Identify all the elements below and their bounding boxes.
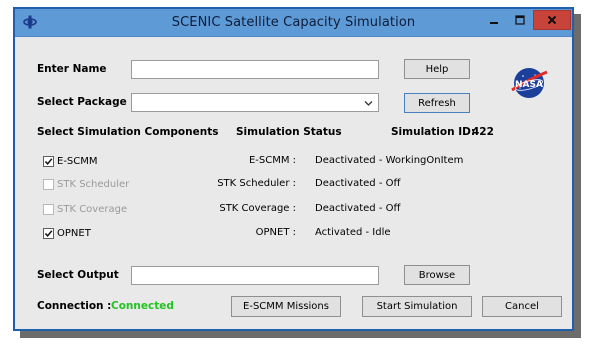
minimize-button[interactable] bbox=[481, 10, 507, 30]
simulation-id-label: Simulation ID: bbox=[391, 126, 476, 138]
name-input[interactable] bbox=[131, 60, 379, 79]
enter-name-label: Enter Name bbox=[37, 63, 107, 75]
maximize-button[interactable] bbox=[507, 10, 533, 30]
refresh-button[interactable]: Refresh bbox=[404, 93, 470, 113]
escmm-status-name: E-SCMM : bbox=[248, 155, 296, 166]
connection-label: Connection : bbox=[37, 300, 112, 312]
checkmark-icon bbox=[44, 229, 53, 237]
browse-button[interactable]: Browse bbox=[404, 265, 470, 285]
main-window: SCENIC Satellite Capacity Simulation Ent… bbox=[13, 7, 574, 331]
components-header: Select Simulation Components bbox=[37, 126, 219, 138]
select-package-label: Select Package bbox=[37, 96, 127, 108]
close-button[interactable] bbox=[533, 10, 571, 30]
opnet-checkbox[interactable] bbox=[43, 227, 54, 239]
title-bar[interactable]: SCENIC Satellite Capacity Simulation bbox=[15, 9, 572, 37]
minimize-icon bbox=[490, 22, 498, 24]
select-output-label: Select Output bbox=[37, 269, 119, 281]
close-icon bbox=[547, 15, 557, 25]
svg-text:NASA: NASA bbox=[515, 80, 543, 90]
stk-scheduler-label: STK Scheduler bbox=[57, 178, 130, 190]
stk-coverage-checkbox bbox=[43, 203, 54, 215]
stk-coverage-label: STK Coverage bbox=[57, 203, 128, 215]
component-row-escmm[interactable]: E-SCMM bbox=[43, 154, 98, 168]
checkmark-icon bbox=[44, 157, 53, 165]
stk-scheduler-checkbox bbox=[43, 178, 54, 190]
cancel-button[interactable]: Cancel bbox=[482, 296, 562, 317]
simulation-id-value: 422 bbox=[472, 126, 494, 138]
help-button[interactable]: Help bbox=[404, 59, 470, 79]
component-row-stk-scheduler: STK Scheduler bbox=[43, 177, 129, 191]
opnet-status-value: Activated - Idle bbox=[315, 227, 391, 238]
escmm-checkbox[interactable] bbox=[43, 155, 54, 167]
output-input[interactable] bbox=[131, 266, 379, 285]
connection-status: Connected bbox=[111, 300, 174, 312]
status-header: Simulation Status bbox=[236, 126, 342, 138]
opnet-status-name: OPNET : bbox=[255, 227, 296, 238]
component-row-stk-coverage: STK Coverage bbox=[43, 202, 127, 216]
nasa-logo: NASA bbox=[511, 68, 548, 98]
stk-scheduler-status-name: STK Scheduler : bbox=[217, 178, 296, 189]
stk-coverage-status-name: STK Coverage : bbox=[219, 203, 296, 214]
component-row-opnet[interactable]: OPNET bbox=[43, 226, 91, 240]
package-select[interactable] bbox=[131, 93, 379, 112]
start-simulation-button[interactable]: Start Simulation bbox=[362, 296, 472, 317]
opnet-label: OPNET bbox=[57, 227, 91, 239]
escmm-missions-button[interactable]: E-SCMM Missions bbox=[231, 296, 341, 317]
escmm-label: E-SCMM bbox=[57, 155, 98, 167]
stk-scheduler-status-value: Deactivated - Off bbox=[315, 178, 401, 189]
escmm-status-value: Deactivated - WorkingOnItem bbox=[315, 155, 464, 166]
chevron-down-icon[interactable] bbox=[364, 99, 373, 108]
maximize-icon bbox=[515, 15, 525, 25]
stk-coverage-status-value: Deactivated - Off bbox=[315, 203, 401, 214]
